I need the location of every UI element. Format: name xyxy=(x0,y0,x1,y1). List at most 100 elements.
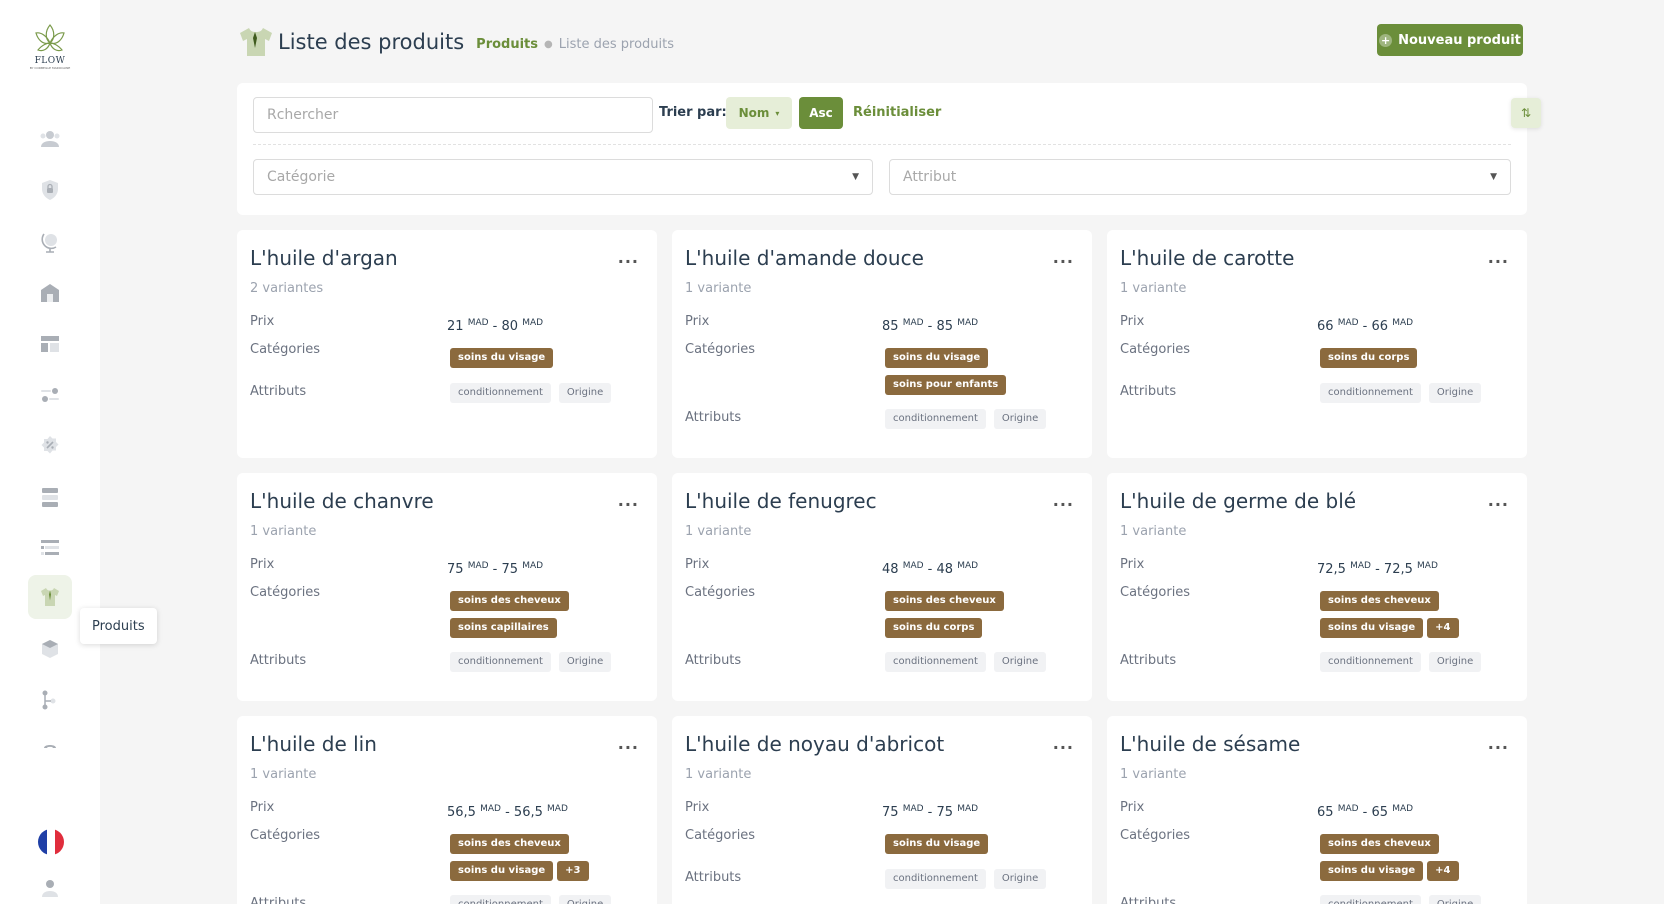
currency: MAD xyxy=(957,804,979,814)
variant-count: 1 variante xyxy=(685,281,752,296)
category-more-tag[interactable]: +4 xyxy=(1427,861,1459,881)
shield-lock-icon[interactable] xyxy=(28,168,72,212)
categories-label: Catégories xyxy=(250,585,321,600)
more-options-icon[interactable]: ... xyxy=(1053,248,1074,267)
categories-label: Catégories xyxy=(1120,585,1191,600)
category-tags: soins du visage xyxy=(450,348,650,375)
attributes-label: Attributs xyxy=(1120,384,1177,399)
product-card[interactable]: L'huile de lin... 1 variante Prix 56,5 MAD … xyxy=(237,716,657,904)
attribute-tag: conditionnement xyxy=(885,869,986,889)
product-name[interactable]: L'huile de lin xyxy=(250,732,377,756)
attribute-select[interactable]: Attribut ▼ xyxy=(889,159,1511,195)
product-card[interactable]: L'huile d'amande douce... 1 variante Prix 8… xyxy=(672,230,1092,458)
attribute-tag: conditionnement xyxy=(1320,383,1421,403)
product-name[interactable]: L'huile de germe de blé xyxy=(1120,489,1356,513)
warehouse-icon[interactable] xyxy=(28,271,72,315)
sort-select[interactable]: Nom ▾ xyxy=(726,97,792,129)
box-icon[interactable] xyxy=(28,627,72,671)
category-tag: soins des cheveux xyxy=(885,591,1004,611)
product-card[interactable]: L'huile de fenugrec... 1 variante Prix 48 M… xyxy=(672,473,1092,701)
more-options-icon[interactable]: ... xyxy=(1488,734,1509,753)
product-card[interactable]: L'huile de sésame... 1 variante Prix 65 MAD… xyxy=(1107,716,1527,904)
price-label: Prix xyxy=(250,557,275,572)
users-icon[interactable] xyxy=(28,117,72,161)
product-card[interactable]: L'huile d'argan... 2 variantes Prix 21 MAD … xyxy=(237,230,657,458)
globe-icon[interactable] xyxy=(28,220,72,264)
attribute-tag: Origine xyxy=(558,895,612,904)
category-tags: soins des cheveux soins du corps xyxy=(885,591,1085,645)
more-options-icon[interactable]: ... xyxy=(618,491,639,510)
attributes-label: Attributs xyxy=(250,384,307,399)
attribute-tags: conditionnement Origine xyxy=(450,383,612,403)
currency: MAD xyxy=(1337,804,1359,814)
currency: MAD xyxy=(902,318,924,328)
product-name[interactable]: L'huile de fenugrec xyxy=(685,489,877,513)
list-icon[interactable] xyxy=(28,526,72,570)
price-max: 75 xyxy=(936,805,954,820)
currency: MAD xyxy=(1337,318,1359,328)
badge-percent-icon[interactable] xyxy=(28,424,72,468)
new-product-button[interactable]: + Nouveau produit xyxy=(1377,24,1523,56)
product-card[interactable]: L'huile de noyau d'abricot... 1 variante P… xyxy=(672,716,1092,904)
category-select[interactable]: Catégorie ▼ xyxy=(253,159,873,195)
product-card[interactable]: L'huile de germe de blé... 1 variante Prix… xyxy=(1107,473,1527,701)
product-name[interactable]: L'huile de sésame xyxy=(1120,732,1300,756)
variant-count: 1 variante xyxy=(250,767,317,782)
shirt-icon[interactable] xyxy=(28,575,72,619)
price-max: 66 xyxy=(1371,319,1389,334)
more-options-icon[interactable]: ... xyxy=(1488,491,1509,510)
currency: MAD xyxy=(480,804,501,814)
product-name[interactable]: L'huile d'argan xyxy=(250,246,398,270)
price-range: 48 MAD - 48 MAD xyxy=(882,561,979,577)
price-range: 75 MAD - 75 MAD xyxy=(882,804,979,820)
category-tags: soins des cheveux soins capillaires xyxy=(450,591,650,645)
order-button[interactable]: Asc xyxy=(799,97,843,129)
app-logo[interactable]: FLOW BY CORBEILLE MAROCAINE xyxy=(28,22,72,70)
more-options-icon[interactable]: ... xyxy=(1053,734,1074,753)
category-tag: soins du corps xyxy=(1320,348,1418,368)
france-flag-icon[interactable] xyxy=(38,829,64,855)
price-range: 75 MAD - 75 MAD xyxy=(447,561,544,577)
category-more-tag[interactable]: +4 xyxy=(1427,618,1459,638)
product-name[interactable]: L'huile de noyau d'abricot xyxy=(685,732,944,756)
more-options-icon[interactable]: ... xyxy=(1488,248,1509,267)
category-tags: soins des cheveux soins du visage +3 xyxy=(450,834,650,888)
price-label: Prix xyxy=(250,314,275,329)
tree-icon[interactable] xyxy=(28,678,72,722)
attribute-tags: conditionnement Origine xyxy=(1320,895,1482,904)
sort-toggle-icon[interactable]: ⇅ xyxy=(1511,98,1541,128)
layout-icon[interactable] xyxy=(28,322,72,366)
server-icon[interactable] xyxy=(28,475,72,519)
price-min: 65 xyxy=(1317,805,1334,820)
category-tag: soins du visage xyxy=(1320,861,1424,881)
attribute-tags: conditionnement Origine xyxy=(1320,652,1482,672)
category-tag: soins des cheveux xyxy=(1320,591,1439,611)
price-label: Prix xyxy=(685,557,710,572)
price-max: 48 xyxy=(936,562,954,577)
reset-button[interactable]: Réinitialiser xyxy=(853,105,941,120)
variant-count: 1 variante xyxy=(1120,524,1187,539)
cropped-icon[interactable] xyxy=(28,728,72,748)
more-options-icon[interactable]: ... xyxy=(1053,491,1074,510)
attribute-tags: conditionnement Origine xyxy=(885,652,1047,672)
category-tags: soins des cheveux soins du visage +4 xyxy=(1320,834,1520,888)
breadcrumb-produits[interactable]: Produits xyxy=(476,37,538,52)
product-name[interactable]: L'huile de chanvre xyxy=(250,489,434,513)
more-options-icon[interactable]: ... xyxy=(618,734,639,753)
attribute-tag: Origine xyxy=(993,869,1047,889)
attribute-placeholder: Attribut xyxy=(903,169,957,185)
user-icon[interactable] xyxy=(28,866,72,904)
more-options-icon[interactable]: ... xyxy=(618,248,639,267)
product-card[interactable]: L'huile de chanvre... 1 variante Prix 75 MA… xyxy=(237,473,657,701)
categories-label: Catégories xyxy=(250,828,321,843)
flower-logo-icon xyxy=(35,24,65,52)
product-name[interactable]: L'huile de carotte xyxy=(1120,246,1294,270)
category-tag: soins du visage xyxy=(885,834,989,854)
nav-tooltip: Produits xyxy=(80,608,157,644)
search-input[interactable] xyxy=(253,97,653,133)
settings-sliders-icon[interactable] xyxy=(28,373,72,417)
product-card[interactable]: L'huile de carotte... 1 variante Prix 66 MA… xyxy=(1107,230,1527,458)
product-name[interactable]: L'huile d'amande douce xyxy=(685,246,924,270)
category-more-tag[interactable]: +3 xyxy=(557,861,589,881)
categories-label: Catégories xyxy=(685,585,756,600)
